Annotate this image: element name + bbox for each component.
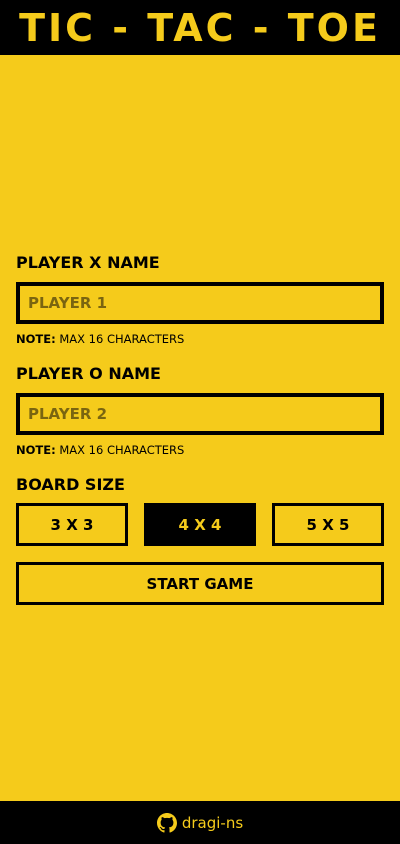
board-size-5x5-button[interactable]: 5 X 5 <box>272 503 384 546</box>
github-link[interactable]: dragi-ns <box>156 812 244 833</box>
header-bar: TIC - TAC - TOE <box>0 0 400 55</box>
player-o-input[interactable] <box>16 393 384 435</box>
player-o-label: PLAYER O NAME <box>16 364 161 383</box>
footer-bar: dragi-ns <box>0 801 400 844</box>
github-username: dragi-ns <box>181 813 244 832</box>
note-bold: NOTE: <box>16 443 56 457</box>
page-title: TIC - TAC - TOE <box>19 5 381 50</box>
note-text: MAX 16 CHARACTERS <box>55 443 185 457</box>
note-text: MAX 16 CHARACTERS <box>55 332 185 346</box>
board-size-3x3-button[interactable]: 3 X 3 <box>16 503 128 546</box>
github-icon <box>156 812 177 833</box>
player-o-note: NOTE: MAX 16 CHARACTERS <box>16 443 184 457</box>
board-size-4x4-button[interactable]: 4 X 4 <box>144 503 256 546</box>
board-size-label: BOARD SIZE <box>16 475 125 494</box>
player-x-note: NOTE: MAX 16 CHARACTERS <box>16 332 184 346</box>
player-x-input[interactable] <box>16 282 384 324</box>
player-x-label: PLAYER X NAME <box>16 253 160 272</box>
start-game-button[interactable]: START GAME <box>16 562 384 605</box>
note-bold: NOTE: <box>16 332 56 346</box>
